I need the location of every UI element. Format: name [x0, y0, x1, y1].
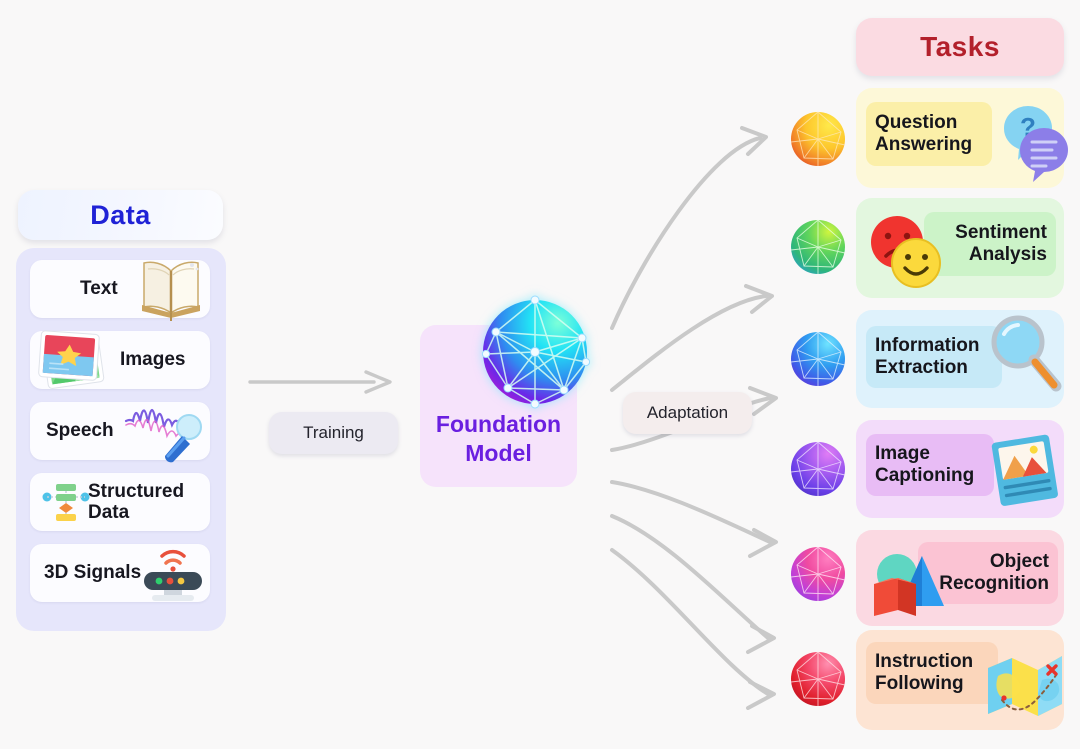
task-label: Sentiment Analysis [955, 222, 1047, 265]
task-label-line1: Image [875, 443, 930, 465]
training-label: Training [269, 412, 398, 454]
yellow-orange-sphere-icon [790, 111, 846, 166]
adaptation-label-text: Adaptation [646, 403, 729, 422]
magnifying-glass-icon [991, 315, 1062, 392]
open-book-icon [142, 261, 200, 321]
waveform-mic-icon [124, 408, 202, 463]
data-item-3d-signals[interactable]: 3D Signals [30, 544, 210, 602]
task-label-line1: Information [875, 335, 980, 357]
training-arrow [248, 370, 392, 394]
data-item-text[interactable]: Text [30, 260, 210, 321]
data-header: Data [18, 190, 223, 240]
data-item-structured-data[interactable]: Structured Data [30, 473, 210, 531]
task-label-line1: Sentiment [955, 222, 1047, 244]
task-label-line2: Extraction [875, 357, 968, 378]
data-item-label: Structured Data [88, 481, 184, 524]
data-item-label-line1: Structured [88, 480, 185, 502]
data-item-speech[interactable]: Speech [30, 402, 210, 463]
task-label-line1: Instruction [875, 651, 974, 673]
green-sphere-icon [790, 219, 846, 274]
emoji-faces-icon [871, 216, 941, 288]
task-label: Object Recognition [939, 551, 1049, 594]
folded-map-icon [988, 656, 1062, 716]
task-label: Image Captioning [875, 443, 974, 486]
foundation-model-line2: Model [465, 439, 532, 466]
foundation-model-label: Foundation Model [420, 410, 577, 468]
purple-sphere-icon [790, 441, 846, 496]
task-card-sentiment-analysis[interactable]: Sentiment Analysis [856, 198, 1064, 298]
photos-icon [38, 330, 105, 389]
task-label-line2: Answering [875, 134, 973, 155]
task-label-line1: Object [989, 551, 1049, 573]
task-label: Question Answering [875, 112, 972, 155]
data-item-label-line2: Data [88, 502, 130, 523]
task-label-band: Question Answering [866, 102, 992, 166]
task-label-line1: Question [875, 112, 958, 134]
data-item-label: Images [120, 349, 186, 371]
3d-shapes-icon [874, 554, 944, 616]
data-header-label: Data [90, 199, 151, 230]
red-sphere-icon [790, 651, 846, 706]
foundation-model-line1: Foundation [435, 411, 562, 437]
task-label-line2: Captioning [875, 465, 975, 486]
data-item-label: Speech [46, 420, 114, 442]
tasks-header: Tasks [856, 18, 1064, 76]
data-item-images[interactable]: Images [30, 330, 210, 389]
blue-sphere-icon [790, 331, 846, 386]
task-label: Instruction Following [875, 651, 973, 694]
task-label-line2: Recognition [939, 573, 1049, 594]
data-panel: Text Images Speech Structured Data 3D Si… [16, 248, 226, 631]
flowchart-icon [42, 484, 90, 521]
task-label-band: Information Extraction [866, 326, 1002, 388]
task-card-question-answering[interactable]: Question Answering ? [856, 88, 1068, 188]
lidar-sensor-icon [144, 549, 202, 601]
task-label-line2: Following [875, 673, 964, 694]
magenta-sphere-icon [790, 546, 846, 601]
data-item-label: Text [80, 278, 118, 300]
task-card-image-captioning[interactable]: Image Captioning [856, 420, 1064, 518]
task-label-band: Instruction Following [866, 642, 998, 704]
speech-bubbles-icon: ? [1003, 106, 1068, 182]
network-sphere-icon [481, 295, 590, 409]
training-label-text: Training [303, 423, 364, 442]
task-label-line2: Analysis [968, 244, 1047, 265]
task-label-band: Image Captioning [866, 434, 994, 496]
picture-card-icon [991, 434, 1058, 506]
task-label: Information Extraction [875, 335, 980, 378]
data-item-label: 3D Signals [44, 562, 142, 584]
task-card-information-extraction[interactable]: Information Extraction [856, 310, 1064, 408]
task-card-instruction-following[interactable]: Instruction Following [856, 630, 1064, 730]
task-card-object-recognition[interactable]: Object Recognition [856, 530, 1064, 626]
diagram-canvas: Data Text Images Speech Structured Data … [0, 0, 1080, 749]
adaptation-label: Adaptation [623, 392, 752, 434]
tasks-header-label: Tasks [920, 31, 1000, 62]
